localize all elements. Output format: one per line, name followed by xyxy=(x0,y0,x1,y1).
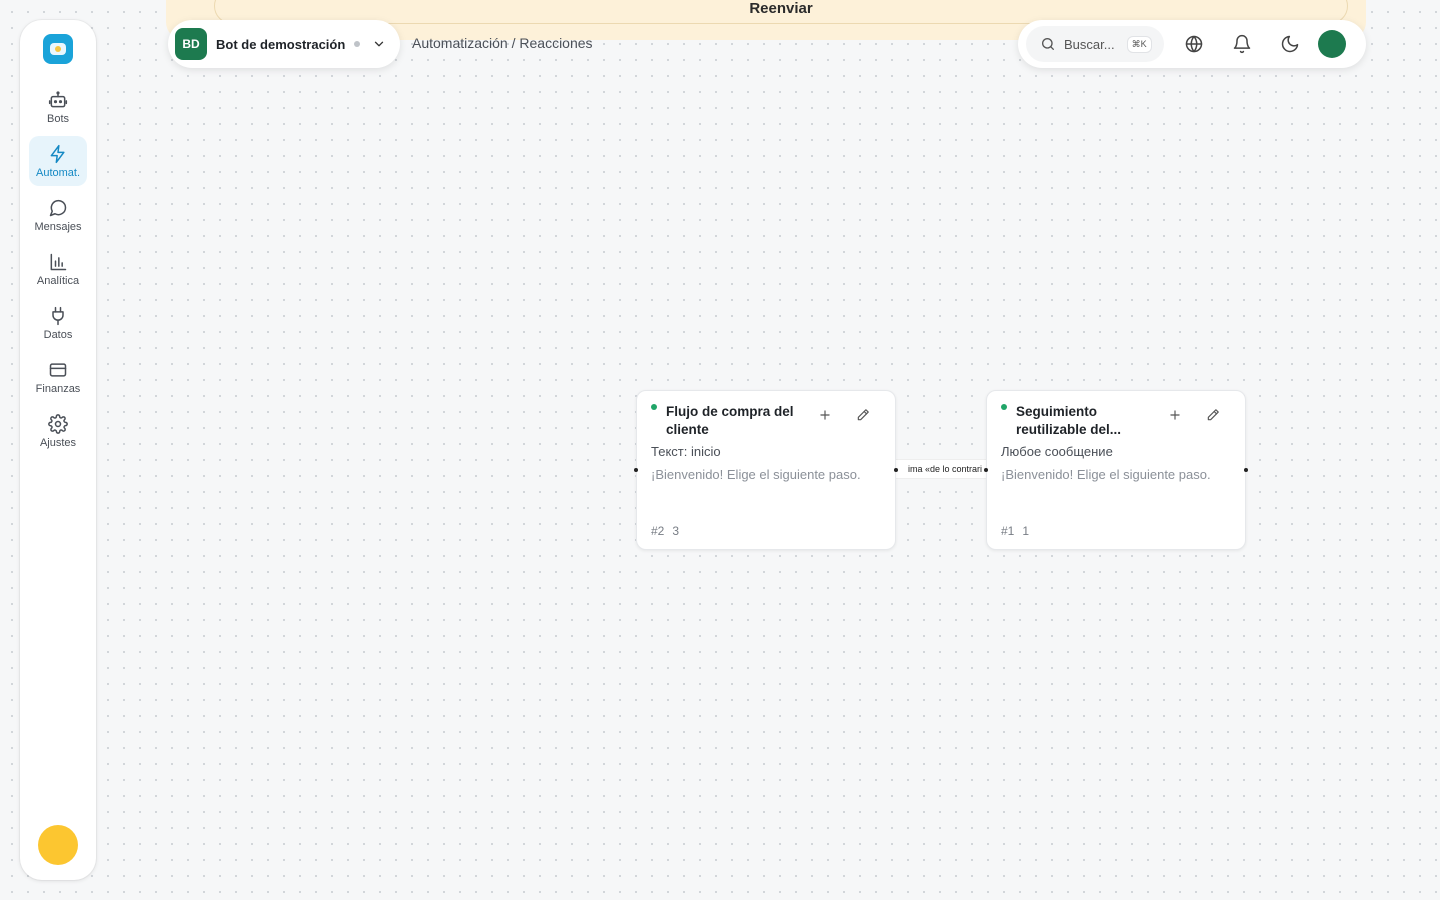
edit-node-button[interactable] xyxy=(1203,405,1223,425)
profile-avatar[interactable] xyxy=(38,825,78,865)
sidebar-item-data[interactable]: Datos xyxy=(29,298,87,348)
sidebar-item-automation[interactable]: Automat. xyxy=(29,136,87,186)
node-trigger: Текст: inicio xyxy=(651,444,721,459)
output-handle[interactable] xyxy=(1244,468,1248,472)
flow-node[interactable]: Flujo de compra del cliente Текст: inici… xyxy=(634,390,898,550)
bell-icon xyxy=(1233,34,1251,54)
add-node-button[interactable] xyxy=(1165,405,1185,425)
node-count: 3 xyxy=(672,524,680,538)
sidebar-item-bots[interactable]: Bots xyxy=(29,82,87,132)
lightning-icon xyxy=(50,144,65,163)
banner-label: Reenviar xyxy=(749,0,813,17)
sidebar-item-messages[interactable]: Mensajes xyxy=(29,190,87,240)
sidebar: Bots Automat. Mensajes Analítica Datos F… xyxy=(20,20,96,880)
gear-icon xyxy=(48,413,68,434)
node-id: #1 xyxy=(1001,524,1015,538)
node-message: ¡Bienvenido! Elige el siguiente paso. xyxy=(1001,467,1211,482)
sidebar-item-label: Analítica xyxy=(36,274,80,287)
breadcrumb: Automatización / Reacciones xyxy=(412,35,593,51)
top-toolbar: Buscar... ⌘K xyxy=(1018,20,1366,68)
node-title: Flujo de compra del cliente xyxy=(666,404,794,437)
robot-icon xyxy=(48,90,68,107)
input-handle[interactable] xyxy=(634,468,638,472)
input-handle[interactable] xyxy=(984,468,988,472)
sidebar-item-label: Datos xyxy=(43,328,73,341)
chevron-down-icon xyxy=(375,41,384,47)
theme-toggle-button[interactable] xyxy=(1270,24,1310,64)
app-logo[interactable] xyxy=(43,34,73,64)
sidebar-item-analytics[interactable]: Analítica xyxy=(29,244,87,294)
plus-icon xyxy=(1170,410,1180,420)
bot-name: Bot de demostración xyxy=(216,36,346,52)
bot-avatar: BD xyxy=(175,28,207,60)
node-title: Seguimiento reutilizable del... xyxy=(1016,404,1122,437)
node-status-dot xyxy=(651,404,657,410)
plus-icon xyxy=(820,410,830,420)
pencil-icon xyxy=(1207,409,1219,421)
node-trigger: Любое сообщение xyxy=(1001,444,1113,459)
search-shortcut: ⌘K xyxy=(1126,35,1152,53)
moon-icon xyxy=(1281,35,1299,53)
plug-icon xyxy=(52,306,64,325)
logo-icon xyxy=(50,43,66,55)
search-icon xyxy=(1042,38,1054,50)
node-message: ¡Bienvenido! Elige el siguiente paso. xyxy=(651,467,861,482)
sidebar-item-label: Automat. xyxy=(35,166,81,179)
sidebar-item-label: Finanzas xyxy=(35,382,81,395)
output-handle[interactable] xyxy=(894,468,898,472)
flow-node[interactable]: Seguimiento reutilizable del... Любое со… xyxy=(984,390,1248,550)
bot-status-dot xyxy=(354,41,361,47)
sidebar-item-settings[interactable]: Ajustes xyxy=(29,406,87,456)
sidebar-item-label: Bots xyxy=(46,112,69,125)
sidebar-item-label: Ajustes xyxy=(39,436,77,449)
notifications-button[interactable] xyxy=(1222,24,1262,64)
search-placeholder: Buscar... xyxy=(1064,36,1115,52)
pencil-icon xyxy=(857,409,869,421)
language-button[interactable] xyxy=(1174,24,1214,64)
credit-card-icon xyxy=(49,362,67,377)
sidebar-item-finance[interactable]: Finanzas xyxy=(29,352,87,402)
edit-node-button[interactable] xyxy=(853,405,873,425)
bar-chart-icon xyxy=(50,253,67,270)
sidebar-item-label: Mensajes xyxy=(34,220,82,233)
user-avatar[interactable] xyxy=(1318,30,1346,58)
globe-icon xyxy=(1185,35,1203,53)
node-count: 1 xyxy=(1022,524,1030,538)
node-id: #2 xyxy=(651,524,665,538)
edge-label: ima «de lo contrari xyxy=(907,464,982,474)
add-node-button[interactable] xyxy=(815,405,835,425)
search-input[interactable]: Buscar... ⌘K xyxy=(1026,26,1164,62)
node-status-dot xyxy=(1001,404,1007,410)
sidebar-nav: Bots Automat. Mensajes Analítica Datos F… xyxy=(29,82,87,456)
chat-bubble-icon xyxy=(49,199,67,216)
bot-selector[interactable]: BD Bot de demostración xyxy=(168,20,400,68)
